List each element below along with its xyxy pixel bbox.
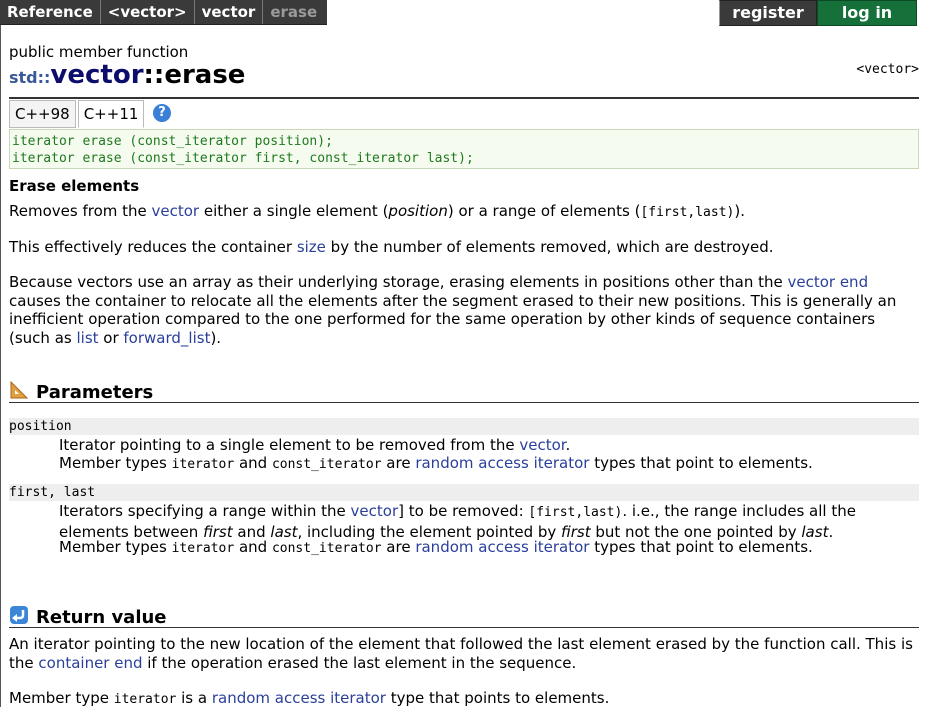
- random-access-iterator-link[interactable]: random access iterator: [212, 689, 386, 707]
- type-code: iterator: [113, 692, 177, 707]
- text: Member types: [59, 454, 172, 472]
- breadcrumb-reference[interactable]: Reference: [0, 0, 101, 24]
- section-divider: [9, 402, 919, 403]
- list-link[interactable]: list: [76, 329, 98, 347]
- text: are: [381, 538, 416, 556]
- text: Member types: [59, 538, 172, 556]
- text: Member type: [9, 689, 114, 707]
- breadcrumb-erase: erase: [270, 3, 318, 21]
- text: or: [98, 328, 124, 347]
- return-value-title: Return value: [36, 607, 167, 628]
- title-separator: ::: [143, 60, 165, 90]
- text: either a single element (: [199, 202, 389, 220]
- vector-link[interactable]: vector: [519, 436, 565, 454]
- vector-link[interactable]: vector: [351, 502, 399, 520]
- text: This effectively reduces the container: [9, 238, 297, 256]
- description-paragraph: Removes from the vector either a single …: [9, 202, 914, 223]
- type-code: iterator: [171, 457, 235, 472]
- breadcrumb-vector-header[interactable]: <vector>: [101, 0, 195, 24]
- text: Iterators specifying a range within the: [59, 502, 351, 520]
- container-end-link[interactable]: container end: [38, 654, 142, 672]
- text: and: [234, 538, 272, 556]
- text: type that points to elements.: [385, 689, 610, 707]
- type-code: const_iterator: [271, 457, 382, 472]
- namespace-label: std::: [9, 68, 51, 87]
- text: Removes from the: [9, 202, 152, 220]
- param-description: Member types iterator and const_iterator…: [59, 454, 909, 475]
- prototype-line: iterator erase (const_iterator first, co…: [12, 151, 474, 166]
- register-button[interactable]: register: [719, 0, 817, 26]
- text: types that point to elements.: [589, 538, 813, 556]
- title-divider: [9, 97, 919, 99]
- random-access-iterator-link[interactable]: random access iterator: [415, 538, 589, 556]
- vector-link[interactable]: vector: [152, 202, 200, 220]
- member-type-label: public member function: [9, 43, 189, 61]
- tab-cpp98[interactable]: C++98: [9, 100, 76, 128]
- param-description: Iterators specifying a range within the …: [59, 502, 909, 541]
- header-tag-link[interactable]: <vector>: [856, 62, 919, 77]
- random-access-iterator-link[interactable]: random access iterator: [415, 454, 589, 472]
- return-paragraph: Member type iterator is a random access …: [9, 689, 914, 710]
- description-paragraph: Because vectors use an array as their un…: [9, 273, 914, 347]
- text: and: [234, 454, 272, 472]
- prototype-line: iterator erase (const_iterator position)…: [12, 134, 333, 149]
- return-paragraph: An iterator pointing to the new location…: [9, 635, 914, 672]
- text: types that point to elements.: [589, 454, 813, 472]
- text: by the number of elements removed, which…: [325, 238, 774, 256]
- size-link[interactable]: size: [297, 238, 326, 256]
- text: Iterator pointing to a single element to…: [59, 436, 520, 454]
- text: if the operation erased the last element…: [142, 653, 577, 672]
- text: ] to be removed:: [398, 502, 529, 520]
- tab-cpp11[interactable]: C++11: [77, 100, 145, 128]
- vector-end-link[interactable]: vector end: [787, 273, 868, 291]
- forward-list-link[interactable]: forward_list: [123, 329, 210, 347]
- breadcrumb-vector[interactable]: vector: [195, 0, 264, 24]
- help-icon[interactable]: ?: [153, 104, 171, 122]
- left-page-edge: [0, 0, 1, 707]
- prototype-box: iterator erase (const_iterator position)…: [9, 129, 919, 169]
- text: .: [565, 436, 571, 454]
- type-code: const_iterator: [271, 541, 382, 556]
- param-ref: position: [388, 202, 448, 220]
- text: Because vectors use an array as their un…: [9, 273, 788, 291]
- text: ).: [210, 328, 222, 347]
- type-code: iterator: [171, 541, 235, 556]
- auth-buttons: register log in: [719, 0, 917, 26]
- page-title: std::vector::erase: [9, 60, 245, 90]
- parameters-title: Parameters: [36, 382, 154, 403]
- version-tabs: C++98 C++11: [9, 100, 146, 128]
- param-description: Member types iterator and const_iterator…: [59, 538, 909, 559]
- description-paragraph: This effectively reduces the container s…: [9, 238, 914, 257]
- section-divider: [9, 627, 919, 628]
- param-description: Iterator pointing to a single element to…: [59, 436, 909, 455]
- login-button[interactable]: log in: [817, 0, 917, 26]
- text: ) or a range of elements (: [447, 202, 641, 220]
- class-name-link[interactable]: vector: [50, 60, 143, 90]
- breadcrumb: Reference <vector> vector erase: [0, 0, 328, 25]
- description-heading: Erase elements: [9, 177, 140, 195]
- top-navigation-bar: Reference <vector> vector erase register…: [0, 0, 950, 26]
- text: ).: [734, 202, 745, 220]
- function-name: erase: [164, 60, 246, 90]
- text: is a: [176, 689, 212, 707]
- range-code: [first,last): [640, 205, 735, 220]
- param-name-first-last: first, last: [9, 484, 919, 501]
- range-code: [first,last): [528, 505, 623, 520]
- text: are: [381, 454, 416, 472]
- param-name-position: position: [9, 418, 919, 435]
